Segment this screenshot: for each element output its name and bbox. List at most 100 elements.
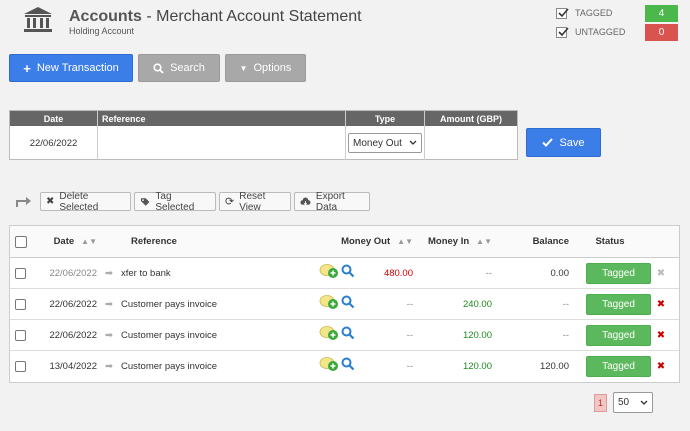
add-note-icon[interactable] bbox=[319, 294, 339, 313]
row-checkbox[interactable] bbox=[15, 361, 26, 372]
row-date: 22/06/2022 bbox=[49, 329, 97, 341]
delete-row-icon[interactable]: ✖ bbox=[651, 268, 671, 279]
tagged-filter[interactable]: TAGGED 4 bbox=[556, 4, 678, 22]
row-date: 22/06/2022 bbox=[49, 267, 97, 279]
sort-icon: ▲▼ bbox=[476, 237, 492, 246]
untagged-label: UNTAGGED bbox=[575, 27, 626, 37]
row-money-in: 120.00 bbox=[462, 361, 492, 372]
transfer-arrow-icon: ➡ bbox=[105, 267, 113, 279]
untagged-filter[interactable]: UNTAGGED 0 bbox=[556, 23, 678, 41]
caret-down-icon: ▼ bbox=[239, 63, 248, 73]
status-tagged-button[interactable]: Tagged bbox=[586, 324, 651, 346]
table-row[interactable]: 22/06/2022 ➡ Customer pays invoice -- 12… bbox=[10, 320, 679, 351]
balance-column-header: Balance bbox=[532, 236, 569, 247]
status-tagged-button[interactable]: Tagged bbox=[586, 262, 651, 284]
select-all-checkbox[interactable] bbox=[15, 235, 27, 248]
reference-column-header: Reference bbox=[131, 236, 177, 247]
tagged-label: TAGGED bbox=[575, 8, 613, 18]
row-balance: 0.00 bbox=[550, 267, 570, 279]
table-row[interactable]: 13/04/2022 ➡ Customer pays invoice -- 12… bbox=[10, 351, 679, 382]
row-checkbox[interactable] bbox=[15, 298, 26, 310]
plus-icon: + bbox=[23, 60, 31, 76]
check-icon bbox=[542, 138, 554, 147]
row-date: 22/06/2022 bbox=[49, 298, 97, 310]
date-column-header: Date bbox=[10, 111, 98, 126]
bulk-action-arrow-icon bbox=[15, 194, 33, 211]
row-money-in: 240.00 bbox=[462, 298, 492, 310]
type-column-header: Type bbox=[346, 111, 425, 126]
add-note-icon[interactable] bbox=[319, 325, 339, 344]
check-icon bbox=[558, 26, 569, 36]
search-button[interactable]: Search bbox=[138, 54, 220, 82]
delete-row-icon[interactable]: ✖ bbox=[651, 361, 671, 372]
untagged-count: 0 bbox=[645, 23, 678, 41]
transfer-arrow-icon: ➡ bbox=[105, 298, 113, 310]
row-reference: Customer pays invoice bbox=[121, 361, 218, 372]
reset-view-button[interactable]: ⟳ Reset View bbox=[219, 191, 291, 213]
tag-icon bbox=[140, 197, 150, 206]
amount-input[interactable] bbox=[425, 126, 517, 160]
search-icon[interactable] bbox=[341, 264, 355, 281]
row-money-in: -- bbox=[485, 267, 492, 279]
status-tagged-button[interactable]: Tagged bbox=[586, 356, 651, 377]
cloud-download-icon bbox=[300, 196, 311, 205]
row-balance: 120.00 bbox=[539, 361, 569, 372]
row-balance: -- bbox=[562, 298, 569, 310]
chevron-down-icon bbox=[640, 400, 648, 405]
search-icon[interactable] bbox=[341, 326, 355, 343]
sort-icon: ▲▼ bbox=[397, 237, 413, 246]
row-checkbox[interactable] bbox=[15, 329, 26, 341]
money-out-column-header[interactable]: Money Out ▲▼ bbox=[320, 236, 413, 247]
tagged-count: 4 bbox=[645, 4, 678, 22]
section-title: Accounts bbox=[69, 8, 142, 25]
transfer-arrow-icon: ➡ bbox=[105, 361, 113, 372]
row-reference: Customer pays invoice bbox=[121, 298, 218, 310]
new-transaction-button[interactable]: + New Transaction bbox=[9, 54, 133, 82]
save-button[interactable]: Save bbox=[526, 128, 601, 157]
delete-row-icon[interactable]: ✖ bbox=[651, 299, 671, 310]
page-name: Merchant Account Statement bbox=[156, 8, 362, 25]
tag-selected-button[interactable]: Tag Selected bbox=[134, 191, 216, 213]
row-reference: xfer to bank bbox=[121, 267, 171, 279]
type-select[interactable]: Money Out bbox=[348, 133, 422, 153]
search-icon[interactable] bbox=[341, 295, 355, 312]
delete-row-icon[interactable]: ✖ bbox=[651, 330, 671, 341]
new-transaction-form: Date Reference Type Amount (GBP) 22/06/2… bbox=[9, 110, 518, 160]
tagged-checkbox[interactable] bbox=[556, 7, 569, 19]
table-header: Date ▲▼ Reference Money Out ▲▼ Money In ▲▼ … bbox=[10, 226, 679, 258]
row-date: 13/04/2022 bbox=[49, 361, 97, 372]
transfer-arrow-icon: ➡ bbox=[105, 329, 113, 341]
close-icon: ✖ bbox=[46, 196, 55, 207]
export-data-button[interactable]: Export Data bbox=[294, 191, 370, 213]
date-input[interactable]: 22/06/2022 bbox=[10, 126, 98, 160]
refresh-icon: ⟳ bbox=[225, 196, 235, 208]
date-column-header[interactable]: Date ▲▼ bbox=[42, 236, 97, 247]
options-button[interactable]: ▼ Options bbox=[225, 54, 306, 82]
bank-icon bbox=[22, 6, 54, 34]
untagged-checkbox[interactable] bbox=[556, 26, 569, 38]
money-in-column-header[interactable]: Money In ▲▼ bbox=[413, 236, 492, 247]
sort-icon: ▲▼ bbox=[81, 237, 97, 246]
check-icon bbox=[558, 7, 569, 17]
chevron-down-icon bbox=[409, 140, 417, 145]
table-row[interactable]: 22/06/2022 ➡ Customer pays invoice -- 24… bbox=[10, 289, 679, 320]
status-column-header: Status bbox=[595, 236, 625, 247]
transactions-table: Date ▲▼ Reference Money Out ▲▼ Money In ▲▼ … bbox=[9, 225, 680, 383]
search-icon[interactable] bbox=[341, 357, 355, 374]
reference-input[interactable] bbox=[98, 126, 346, 160]
page-title: Accounts - Merchant Account Statement bbox=[69, 8, 362, 26]
add-note-icon[interactable] bbox=[319, 263, 339, 282]
row-checkbox[interactable] bbox=[15, 267, 26, 279]
search-icon bbox=[153, 62, 164, 74]
page-size-select[interactable]: 50 bbox=[613, 392, 653, 413]
row-balance: -- bbox=[562, 329, 569, 341]
table-row[interactable]: 22/06/2022 ➡ xfer to bank 480.00 -- 0.00… bbox=[10, 258, 679, 289]
add-note-icon[interactable] bbox=[319, 356, 339, 375]
status-tagged-button[interactable]: Tagged bbox=[586, 293, 651, 315]
page-button-current[interactable]: 1 bbox=[594, 394, 607, 412]
account-name: Holding Account bbox=[69, 26, 135, 36]
amount-column-header: Amount (GBP) bbox=[440, 113, 502, 124]
row-money-in: 120.00 bbox=[462, 329, 492, 341]
delete-selected-button[interactable]: ✖ Delete Selected bbox=[40, 191, 131, 213]
row-reference: Customer pays invoice bbox=[121, 329, 218, 341]
